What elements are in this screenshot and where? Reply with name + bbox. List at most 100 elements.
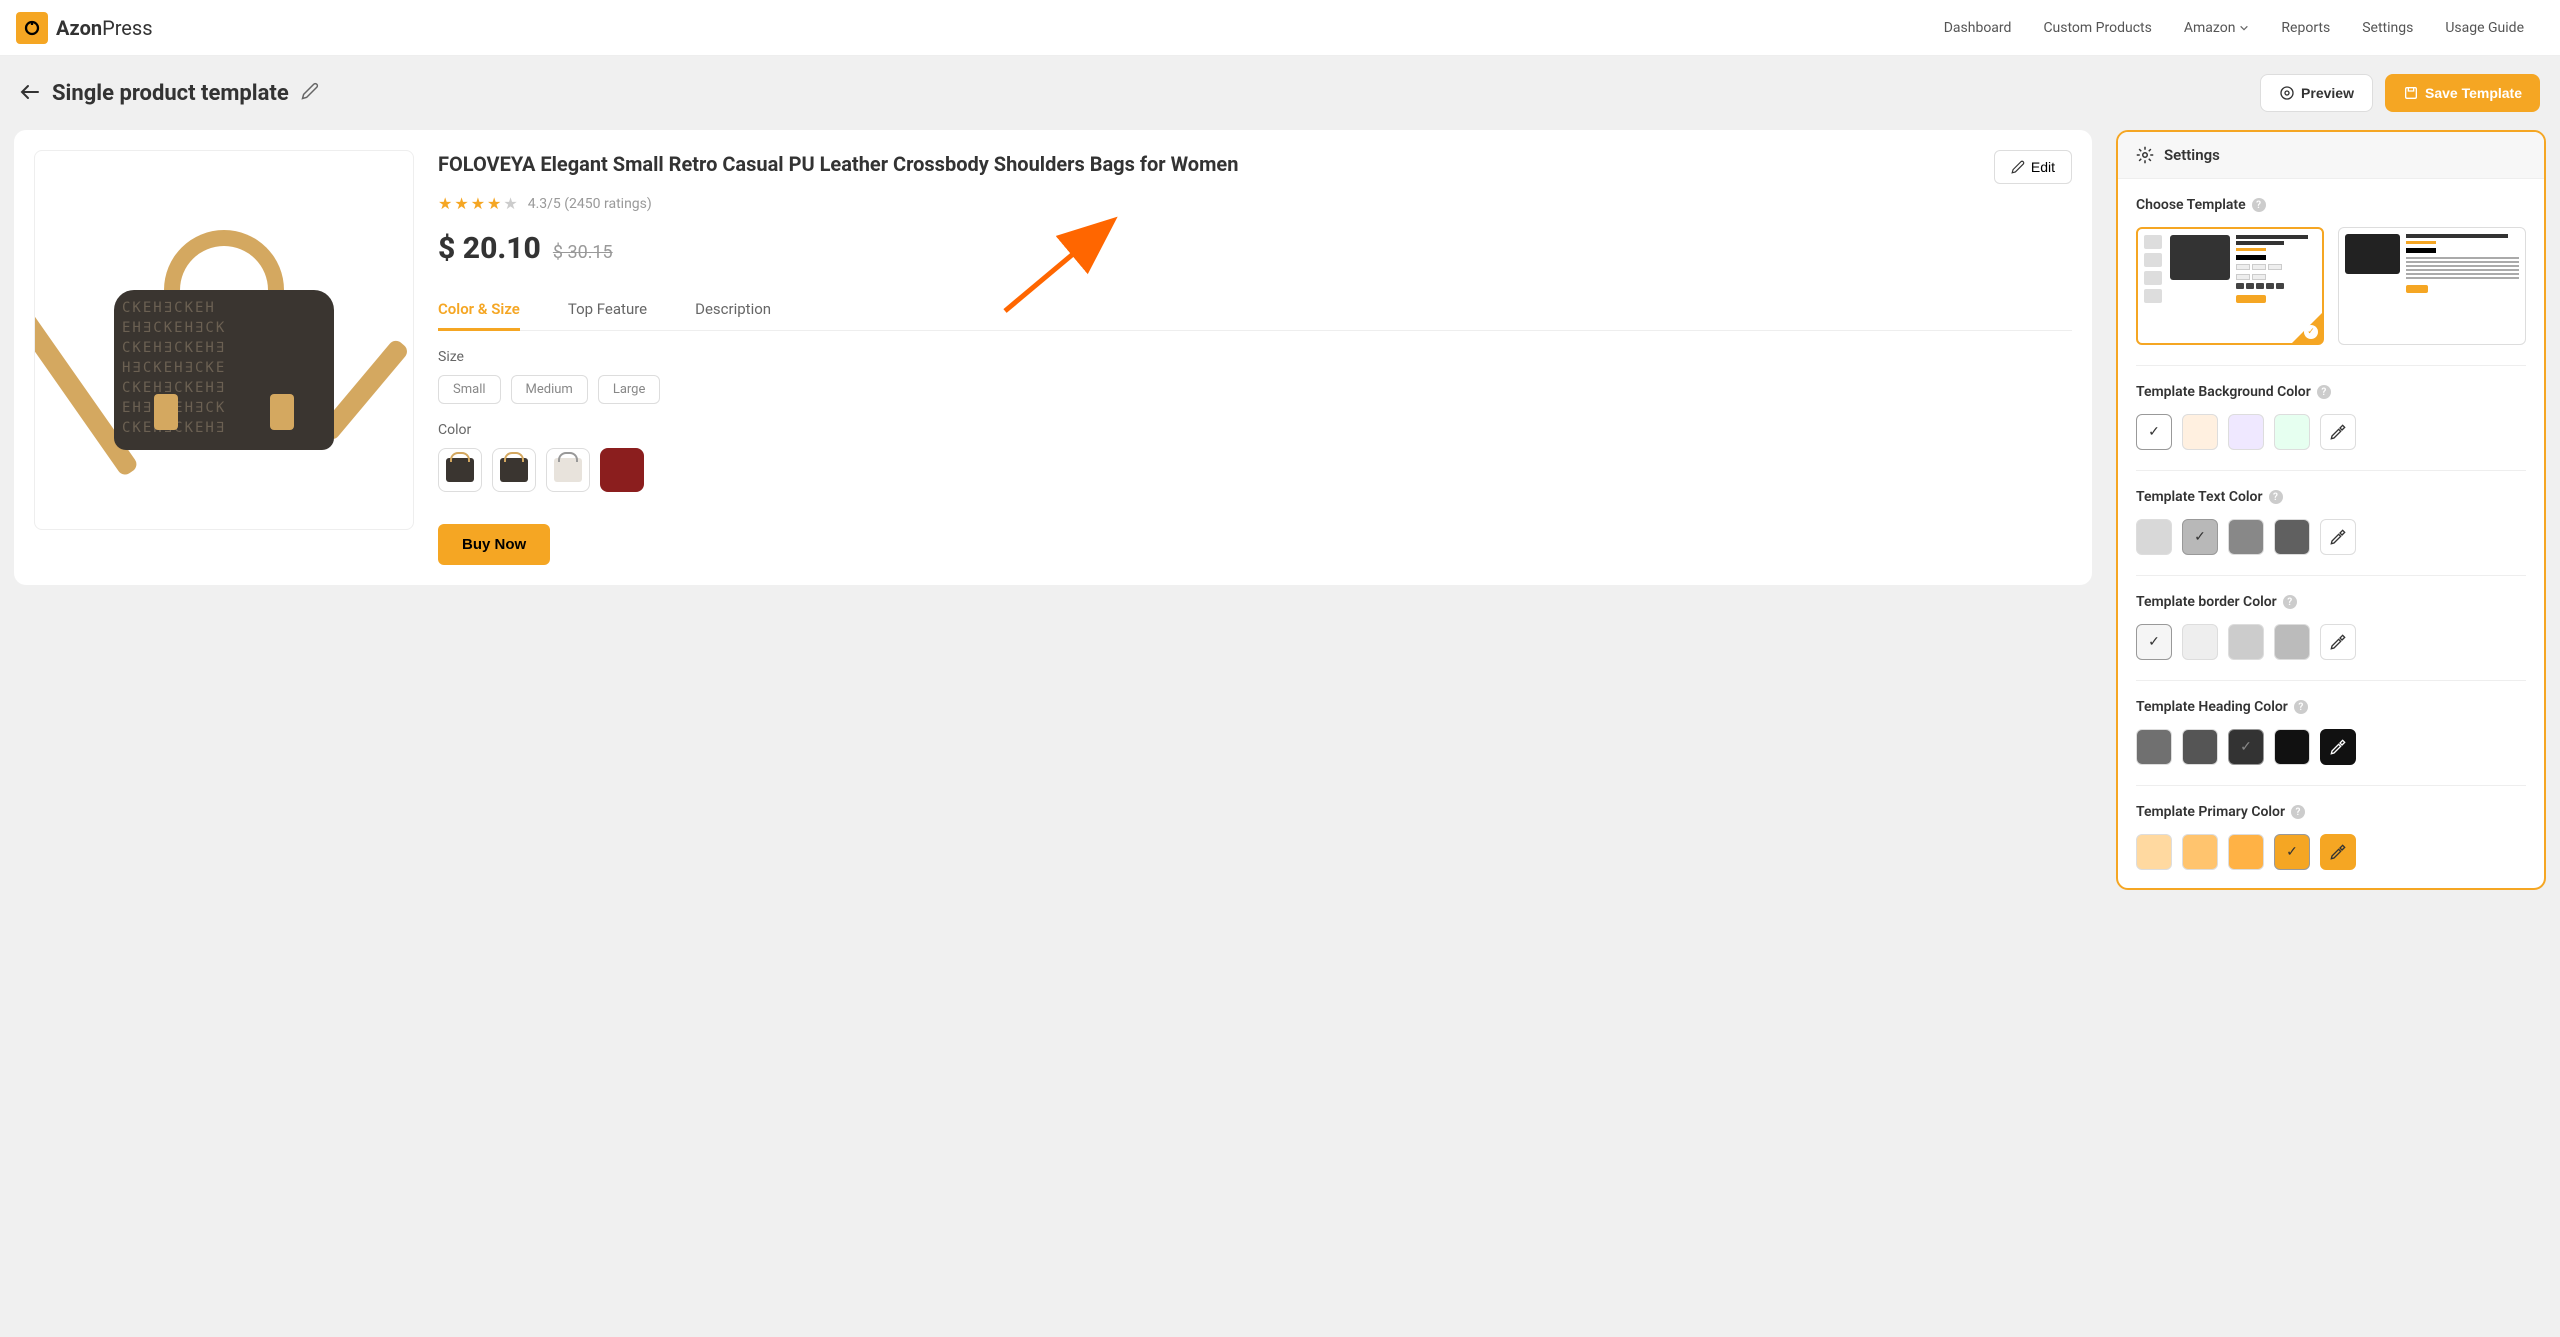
logo[interactable]: AzonPress [16, 12, 153, 44]
nav-settings[interactable]: Settings [2362, 20, 2413, 36]
color-option-3[interactable] [546, 448, 590, 492]
product-image: CKEH∃CKEHEH∃CKEH∃CKCKEH∃CKEH∃H∃CKEH∃CKEC… [34, 150, 414, 530]
page-title-area: Single product template [20, 81, 319, 106]
primary-color-section: Template Primary Color ? ✓ [2136, 804, 2526, 870]
info-icon[interactable]: ? [2283, 595, 2297, 609]
eyedropper-icon [2330, 844, 2346, 860]
primary-color-option-3[interactable] [2228, 834, 2264, 870]
logo-icon [16, 12, 48, 44]
info-icon[interactable]: ? [2317, 385, 2331, 399]
nav-links: Dashboard Custom Products Amazon Reports… [1944, 20, 2544, 36]
eyedropper-icon [2330, 529, 2346, 545]
chevron-down-icon [2239, 23, 2249, 33]
nav-custom-products[interactable]: Custom Products [2043, 20, 2151, 36]
pencil-icon [2011, 160, 2025, 174]
primary-color-option-2[interactable] [2182, 834, 2218, 870]
info-icon[interactable]: ? [2252, 198, 2266, 212]
border-color-label: Template border Color [2136, 594, 2277, 610]
size-option-medium[interactable]: Medium [511, 375, 588, 404]
heading-color-option-4[interactable] [2274, 729, 2310, 765]
template-option-1[interactable]: ✓ [2136, 227, 2324, 345]
border-color-option-3[interactable] [2228, 624, 2264, 660]
heading-color-label: Template Heading Color [2136, 699, 2288, 715]
tab-description[interactable]: Description [695, 290, 771, 330]
text-color-option-2[interactable]: ✓ [2182, 519, 2218, 555]
heading-color-section: Template Heading Color ? ✓ [2136, 699, 2526, 786]
product-preview-panel: CKEH∃CKEHEH∃CKEH∃CKCKEH∃CKEH∃H∃CKEH∃CKEC… [14, 130, 2092, 585]
size-option-small[interactable]: Small [438, 375, 501, 404]
size-option-large[interactable]: Large [598, 375, 661, 404]
product-rating: ★ ★ ★ ★ ★ 4.3/5 (2450 ratings) [438, 194, 2072, 213]
save-icon [2403, 85, 2419, 101]
info-icon[interactable]: ? [2294, 700, 2308, 714]
bg-color-option-3[interactable] [2228, 414, 2264, 450]
border-color-option-1[interactable]: ✓ [2136, 624, 2172, 660]
text-color-picker[interactable] [2320, 519, 2356, 555]
info-icon[interactable]: ? [2269, 490, 2283, 504]
size-label: Size [438, 349, 2072, 365]
color-label: Color [438, 422, 2072, 438]
color-option-4[interactable] [600, 448, 644, 492]
tab-color-size[interactable]: Color & Size [438, 290, 520, 331]
choose-template-section: Choose Template ? [2136, 197, 2526, 366]
border-color-option-2[interactable] [2182, 624, 2218, 660]
template-option-2[interactable] [2338, 227, 2526, 345]
buy-now-button[interactable]: Buy Now [438, 524, 550, 565]
text-color-section: Template Text Color ? ✓ [2136, 489, 2526, 576]
product-price: $ 20.10 [438, 231, 541, 266]
size-variant-section: Size Small Medium Large [438, 349, 2072, 404]
product-tabs: Color & Size Top Feature Description [438, 290, 2072, 331]
edit-product-button[interactable]: Edit [1994, 150, 2072, 184]
star-icon: ★ [471, 194, 485, 213]
text-color-label: Template Text Color [2136, 489, 2263, 505]
primary-color-option-4[interactable]: ✓ [2274, 834, 2310, 870]
color-option-1[interactable] [438, 448, 482, 492]
product-details: FOLOVEYA Elegant Small Retro Casual PU L… [438, 150, 2072, 565]
bg-color-option-4[interactable] [2274, 414, 2310, 450]
info-icon[interactable]: ? [2291, 805, 2305, 819]
border-color-section: Template border Color ? ✓ [2136, 594, 2526, 681]
color-option-2[interactable] [492, 448, 536, 492]
main-content: CKEH∃CKEHEH∃CKEH∃CKCKEH∃CKEH∃H∃CKEH∃CKEC… [0, 130, 2560, 910]
eye-icon [2279, 85, 2295, 101]
primary-color-picker[interactable] [2320, 834, 2356, 870]
price-row: $ 20.10 $ 30.15 [438, 231, 2072, 266]
check-icon: ✓ [2304, 325, 2318, 339]
nav-dashboard[interactable]: Dashboard [1944, 20, 2012, 36]
text-color-option-1[interactable] [2136, 519, 2172, 555]
gear-icon [2136, 146, 2154, 164]
header-actions: Preview Save Template [2260, 74, 2540, 112]
heading-color-picker[interactable] [2320, 729, 2356, 765]
nav-usage-guide[interactable]: Usage Guide [2445, 20, 2524, 36]
bg-color-picker[interactable] [2320, 414, 2356, 450]
star-empty-icon: ★ [503, 194, 517, 213]
eyedropper-icon [2330, 424, 2346, 440]
primary-color-label: Template Primary Color [2136, 804, 2285, 820]
border-color-option-4[interactable] [2274, 624, 2310, 660]
nav-amazon[interactable]: Amazon [2184, 20, 2250, 36]
product-title: FOLOVEYA Elegant Small Retro Casual PU L… [438, 150, 1238, 178]
nav-reports[interactable]: Reports [2281, 20, 2330, 36]
preview-button[interactable]: Preview [2260, 74, 2373, 112]
heading-color-option-3[interactable]: ✓ [2228, 729, 2264, 765]
save-template-button[interactable]: Save Template [2385, 74, 2540, 112]
settings-header: Settings [2118, 132, 2544, 179]
border-color-picker[interactable] [2320, 624, 2356, 660]
back-arrow-icon[interactable] [20, 81, 40, 105]
bg-color-option-1[interactable]: ✓ [2136, 414, 2172, 450]
bg-color-option-2[interactable] [2182, 414, 2218, 450]
star-icon: ★ [487, 194, 501, 213]
tab-top-feature[interactable]: Top Feature [568, 290, 647, 330]
page-header: Single product template Preview Save Tem… [0, 56, 2560, 130]
color-variant-section: Color [438, 422, 2072, 492]
primary-color-option-1[interactable] [2136, 834, 2172, 870]
heading-color-option-2[interactable] [2182, 729, 2218, 765]
text-color-option-3[interactable] [2228, 519, 2264, 555]
heading-color-option-1[interactable] [2136, 729, 2172, 765]
bg-color-section: Template Background Color ? ✓ [2136, 384, 2526, 471]
bg-color-label: Template Background Color [2136, 384, 2311, 400]
eyedropper-icon [2330, 739, 2346, 755]
edit-title-icon[interactable] [301, 82, 319, 104]
text-color-option-4[interactable] [2274, 519, 2310, 555]
choose-template-label: Choose Template [2136, 197, 2246, 213]
